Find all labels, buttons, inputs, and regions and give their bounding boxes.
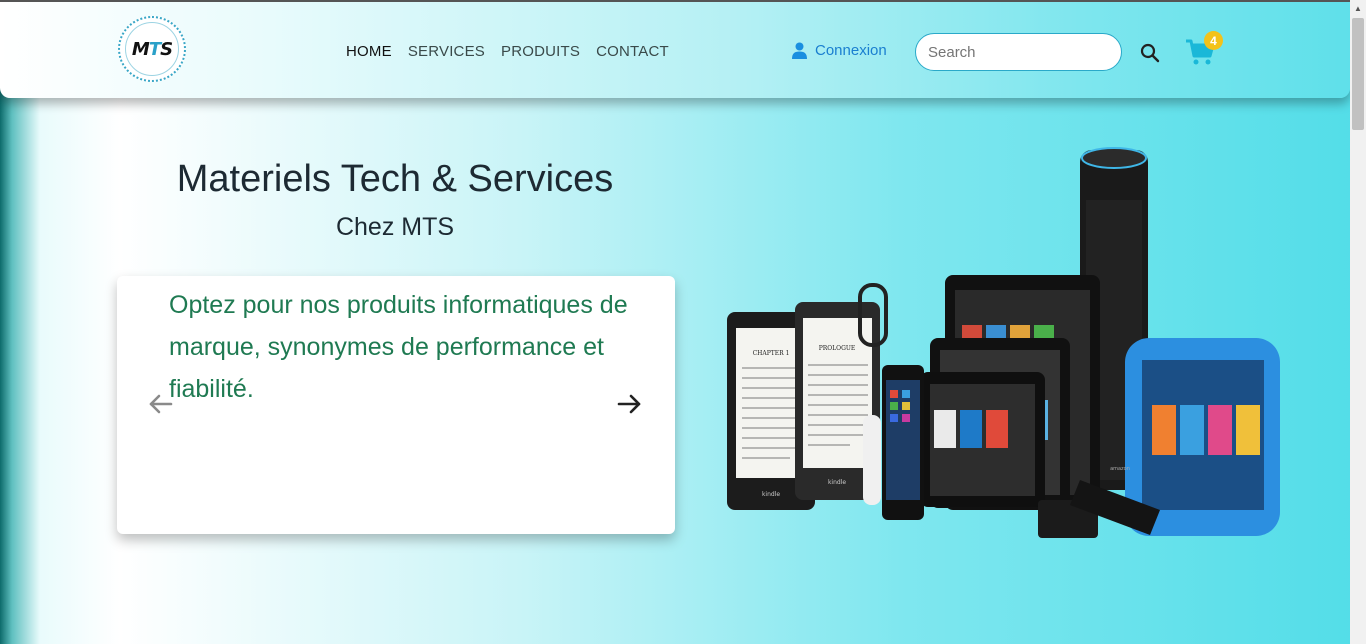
user-icon: [792, 42, 807, 59]
svg-text:CHAPTER 1: CHAPTER 1: [753, 350, 790, 357]
nav-services[interactable]: SERVICES: [408, 43, 485, 60]
nav-produits[interactable]: PRODUITS: [501, 43, 580, 60]
search-icon[interactable]: [1139, 42, 1161, 64]
hero-subtitle: Chez MTS: [335, 213, 455, 241]
arrow-right-icon[interactable]: [613, 388, 645, 420]
main-nav: HOME SERVICES PRODUITS CONTACT: [346, 43, 669, 60]
svg-text:kindle: kindle: [828, 479, 846, 486]
arrow-left-icon[interactable]: [145, 388, 177, 420]
page: MTS HOME SERVICES PRODUITS CONTACT Conne…: [0, 0, 1366, 644]
logo[interactable]: MTS: [118, 16, 186, 82]
hero-title: Materiels Tech & Services: [176, 158, 614, 200]
connexion-label: Connexion: [815, 42, 887, 59]
cart-count-badge: 4: [1204, 31, 1223, 50]
carousel-card: Optez pour nos produits informatiques de…: [117, 276, 675, 534]
nav-home[interactable]: HOME: [346, 43, 392, 60]
remote: [863, 415, 881, 505]
svg-text:amazon: amazon: [1110, 466, 1130, 472]
svg-text:PROLOGUE: PROLOGUE: [819, 345, 856, 352]
scroll-up-icon[interactable]: ▲: [1350, 0, 1366, 16]
nav-contact[interactable]: CONTACT: [596, 43, 669, 60]
phone: [882, 365, 924, 520]
logo-text: MTS: [131, 38, 173, 60]
svg-text:kindle: kindle: [762, 491, 780, 498]
logo-emblem: MTS: [125, 22, 179, 76]
tablet-small: [920, 372, 1045, 507]
products-image: CHAPTER 1 kindle PROLOGUE kindle amazon: [727, 147, 1280, 538]
navbar: MTS HOME SERVICES PRODUITS CONTACT Conne…: [0, 0, 1350, 98]
connexion-link[interactable]: Connexion: [792, 42, 887, 59]
scroll-thumb[interactable]: [1352, 18, 1364, 130]
scrollbar[interactable]: ▲: [1350, 0, 1366, 644]
search-input[interactable]: [915, 33, 1122, 71]
carousel-text: Optez pour nos produits informatiques de…: [169, 291, 628, 403]
